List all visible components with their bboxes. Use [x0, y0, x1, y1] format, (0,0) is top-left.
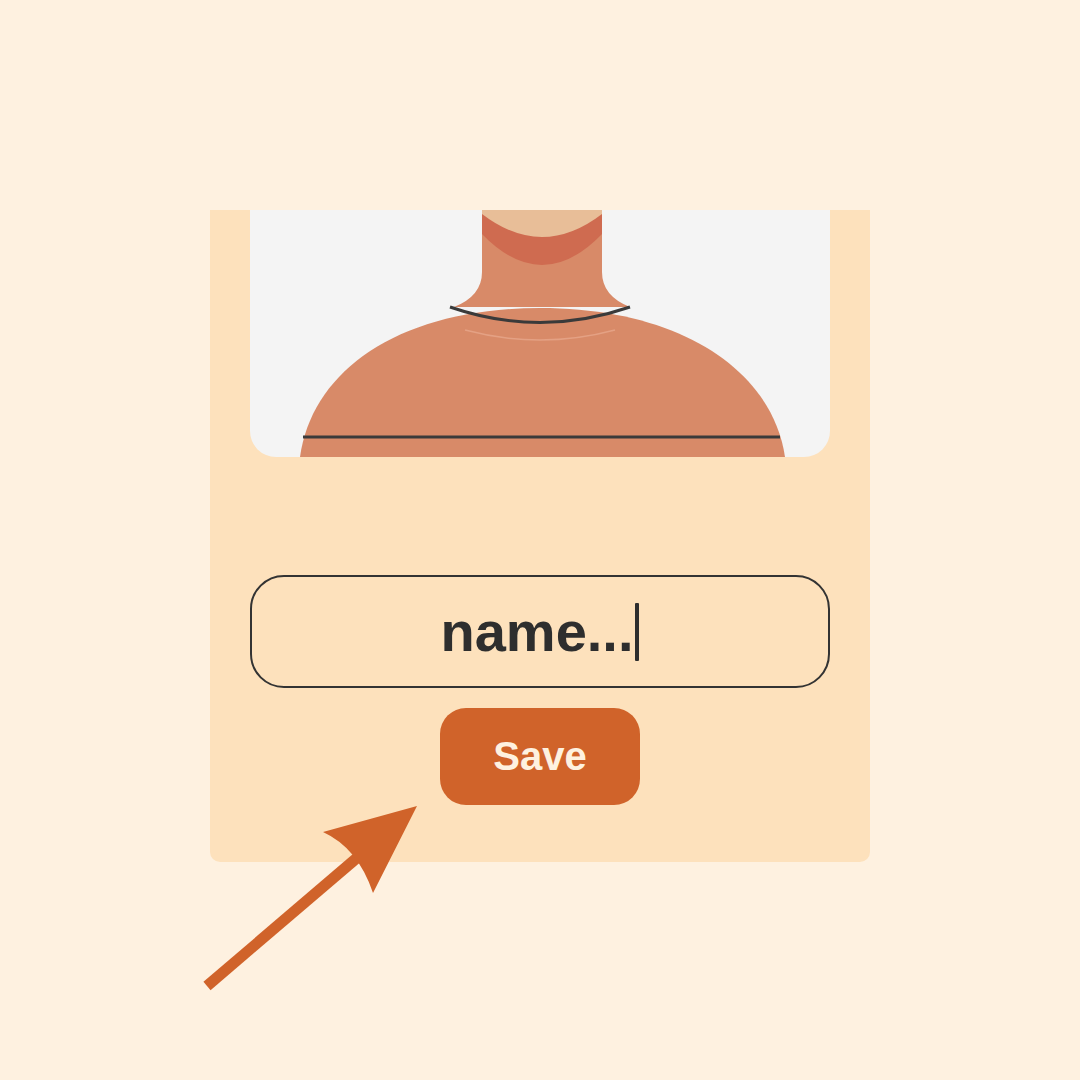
avatar-picture [250, 210, 830, 457]
name-field-text: name... [441, 598, 634, 665]
text-caret [635, 603, 639, 661]
page: name... Save [0, 0, 1080, 1080]
name-field[interactable]: name... [250, 575, 830, 688]
pointer-arrow-icon [0, 0, 1080, 1080]
save-button[interactable]: Save [440, 708, 640, 805]
profile-card: name... Save [210, 210, 870, 862]
person-illustration-icon [250, 210, 830, 457]
